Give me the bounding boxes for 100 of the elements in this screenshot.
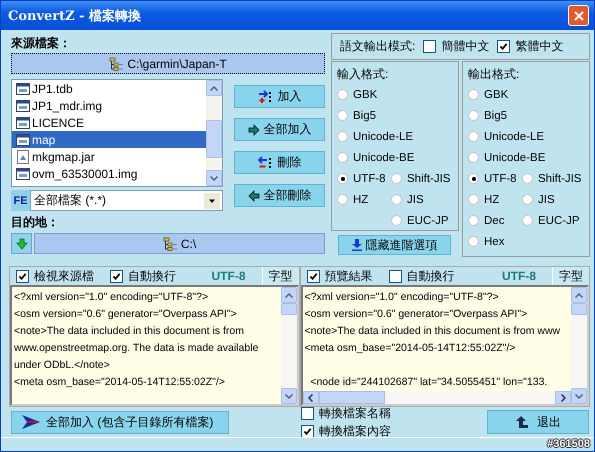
file-name: JP1.tdb (32, 82, 73, 96)
destination-label: 目的地： (11, 214, 60, 231)
checkbox-label: 轉換檔案名稱 (319, 404, 391, 422)
scrollbar[interactable] (571, 287, 587, 404)
file-name: JP1_mdr.img (32, 98, 102, 112)
scroll-left-icon[interactable] (308, 394, 313, 402)
encoding-label: UTF-8 (502, 269, 536, 283)
checkbox[interactable] (306, 270, 320, 282)
radio-button[interactable] (468, 236, 479, 247)
hide-advanced-button[interactable]: 隱藏進階選項 (338, 235, 451, 255)
radio-button[interactable] (522, 215, 533, 226)
scrollbar[interactable] (280, 287, 296, 404)
scroll-thumb[interactable] (571, 303, 587, 315)
text-preview[interactable] (300, 285, 589, 406)
checkbox[interactable] (301, 424, 314, 438)
radio-button[interactable] (391, 215, 402, 226)
checkbox-label: 簡體中文 (441, 38, 490, 55)
checkbox[interactable] (110, 270, 123, 282)
source-label: 來源檔案： (11, 35, 72, 52)
text-line: <?xml version="1.0" encoding="UTF-8"?> (14, 290, 210, 305)
radio-button[interactable] (391, 173, 402, 184)
scroll-right-icon[interactable] (560, 394, 566, 402)
radio-label: Shift-JIS (538, 172, 582, 184)
browse-button[interactable] (11, 233, 32, 254)
radio-button[interactable] (337, 152, 348, 163)
radio-button[interactable] (468, 173, 479, 184)
source-path-button[interactable]: C:\garmin\Japan-T (11, 53, 325, 74)
java-file-icon (16, 150, 30, 164)
file-icon (16, 98, 30, 112)
radio-button[interactable] (522, 173, 533, 184)
radio-button[interactable] (337, 194, 348, 205)
radio-button[interactable] (468, 89, 479, 100)
radio-button[interactable] (337, 173, 348, 184)
file-name: mkgmap.jar (32, 150, 95, 164)
radio-button[interactable] (468, 194, 479, 205)
scrollbar[interactable] (206, 80, 222, 186)
scroll-thumb[interactable] (280, 303, 296, 315)
scroll-up-icon[interactable] (210, 86, 218, 90)
checkbox-label: 檢視來源檔 (34, 268, 94, 284)
radio-button[interactable] (468, 152, 479, 163)
checkbox[interactable] (301, 406, 314, 420)
add-all-subfolders-button[interactable]: 全部加入 (包含子目錄所有檔案) (11, 410, 229, 434)
text-line: <osm version="0.6" generator="Overpass API"> (14, 307, 238, 322)
radio-button[interactable] (468, 110, 479, 121)
file-item[interactable]: LICENCE (12, 114, 206, 131)
radio-button[interactable] (522, 194, 533, 205)
scroll-up-icon[interactable] (284, 292, 292, 298)
file-item[interactable]: JP1_mdr.img (12, 97, 206, 114)
radio-label: Unicode-LE (353, 130, 414, 142)
checkbox[interactable] (423, 40, 436, 53)
checkbox-label: 預覽結果 (324, 268, 372, 284)
destination-path-button[interactable]: C:\ (34, 233, 325, 254)
radio-label: Unicode-LE (484, 130, 544, 142)
radio-label: GBK (353, 88, 378, 100)
text-line: <meta osm_base="2014-05-14T12:55:02Z"/> (14, 375, 226, 390)
scroll-up-icon[interactable] (575, 292, 583, 298)
file-name: map (32, 132, 56, 146)
radio-button[interactable] (337, 131, 348, 142)
radio-label: Hex (484, 236, 504, 248)
scroll-down-icon[interactable] (575, 394, 583, 398)
checkbox[interactable] (16, 270, 29, 282)
list-action-button[interactable]: 全部加入 (234, 118, 325, 141)
radio-label: HZ (353, 194, 368, 206)
scroll-down-icon[interactable] (210, 176, 218, 180)
horizontal-scrollbar[interactable] (302, 391, 571, 404)
exit-button[interactable]: 退出 (487, 410, 589, 434)
list-action-button[interactable]: 加入 (234, 85, 325, 108)
checkbox-label: 繁體中文 (515, 38, 564, 55)
checkbox[interactable] (388, 270, 402, 282)
file-type-dropdown[interactable]: 全部檔案 (*.*) (30, 190, 223, 211)
radio-label: Big5 (484, 110, 508, 122)
file-item[interactable]: JP1.tdb (12, 80, 206, 97)
close-button[interactable] (568, 5, 589, 26)
filter-badge: FE (11, 190, 30, 211)
list-action-button[interactable]: 全部刪除 (234, 184, 325, 207)
download-arrow-icon (352, 239, 362, 251)
text-line: <osm version="0.6" generator="Overpass API"> (304, 307, 528, 322)
file-item[interactable]: ovm_63530001.img (12, 165, 206, 182)
file-item[interactable]: mkgmap.jar (12, 148, 206, 165)
file-item[interactable]: map (12, 131, 206, 148)
text-preview[interactable] (10, 285, 298, 406)
font-button[interactable]: 字型 (552, 267, 589, 285)
font-button[interactable]: 字型 (262, 267, 298, 285)
radio-button[interactable] (468, 215, 479, 226)
radio-button[interactable] (337, 110, 348, 121)
radio-button[interactable] (468, 131, 479, 142)
add-icon (258, 90, 274, 104)
window-title: ConvertZ - 檔案轉換 (8, 8, 142, 24)
file-icon (16, 132, 30, 146)
radio-button[interactable] (337, 89, 348, 100)
file-name: LICENCE (32, 116, 84, 130)
list-action-button[interactable]: 刪除 (234, 151, 325, 174)
scroll-thumb[interactable] (206, 120, 222, 158)
scroll-down-icon[interactable] (284, 394, 292, 398)
radio-button[interactable] (391, 194, 402, 205)
text-line: <note>The data included in this document is from (14, 324, 245, 339)
scroll-thumb[interactable] (318, 391, 384, 404)
checkbox[interactable] (497, 40, 510, 53)
radio-label: HZ (484, 194, 500, 206)
checkbox-label: 自動換行 (406, 268, 454, 284)
